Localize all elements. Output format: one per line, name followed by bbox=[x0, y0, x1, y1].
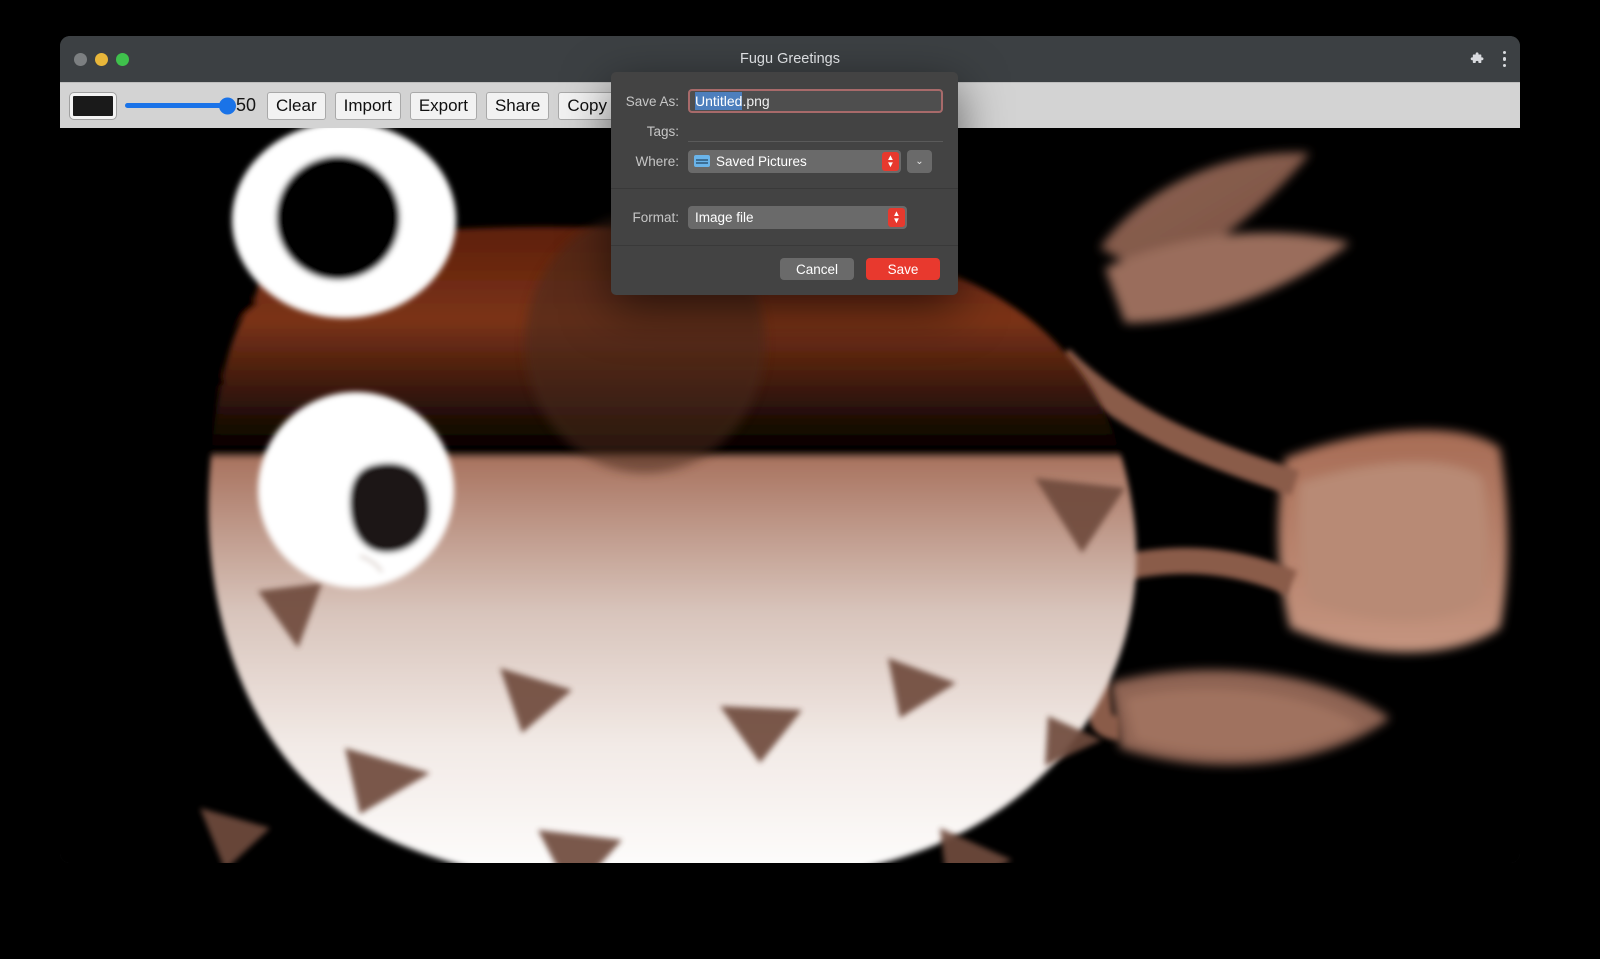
titlebar-actions bbox=[1470, 51, 1507, 68]
dialog-divider-top bbox=[611, 188, 958, 189]
line-width-slider[interactable]: 50 bbox=[125, 95, 258, 116]
close-window-button[interactable] bbox=[74, 53, 87, 66]
three-dot-menu-icon[interactable] bbox=[1503, 51, 1507, 68]
save-as-label: Save As: bbox=[611, 94, 688, 109]
tags-input[interactable] bbox=[688, 120, 943, 142]
format-dropdown[interactable]: Image file ▲▼ bbox=[688, 206, 907, 229]
puzzle-piece-icon[interactable] bbox=[1470, 51, 1487, 68]
clear-button[interactable]: Clear bbox=[267, 92, 326, 120]
cancel-button[interactable]: Cancel bbox=[780, 258, 854, 280]
maximize-window-button[interactable] bbox=[116, 53, 129, 66]
where-value-label: Saved Pictures bbox=[716, 154, 807, 169]
format-label: Format: bbox=[611, 210, 688, 225]
copy-button[interactable]: Copy bbox=[558, 92, 616, 120]
share-button[interactable]: Share bbox=[486, 92, 549, 120]
slider-value-label: 50 bbox=[236, 95, 258, 116]
chevron-down-icon[interactable]: ⌄ bbox=[907, 150, 932, 173]
color-picker-swatch[interactable] bbox=[70, 93, 116, 119]
stepper-icon[interactable]: ▲▼ bbox=[888, 208, 905, 227]
format-row: Format: Image file ▲▼ bbox=[611, 202, 958, 232]
dialog-buttons: Cancel Save bbox=[611, 246, 958, 292]
format-value-label: Image file bbox=[695, 210, 754, 225]
filename-selected-text: Untitled bbox=[695, 92, 742, 110]
save-as-row: Save As: Untitled.png bbox=[611, 86, 958, 116]
minimize-window-button[interactable] bbox=[95, 53, 108, 66]
save-as-input[interactable]: Untitled.png bbox=[688, 89, 943, 113]
tags-label: Tags: bbox=[611, 124, 688, 139]
tags-row: Tags: bbox=[611, 116, 958, 146]
where-row: Where: Saved Pictures ▲▼ ⌄ bbox=[611, 146, 958, 176]
save-file-dialog: Save As: Untitled.png Tags: Where: Saved… bbox=[611, 72, 958, 295]
import-button[interactable]: Import bbox=[335, 92, 401, 120]
filename-extension-text: .png bbox=[742, 93, 769, 109]
slider-track[interactable] bbox=[125, 103, 229, 108]
where-dropdown[interactable]: Saved Pictures ▲▼ bbox=[688, 150, 901, 173]
page-title: Fugu Greetings bbox=[60, 51, 1520, 67]
folder-icon bbox=[694, 155, 710, 167]
where-label: Where: bbox=[611, 154, 688, 169]
stepper-icon[interactable]: ▲▼ bbox=[882, 152, 899, 171]
save-button[interactable]: Save bbox=[866, 258, 940, 280]
screen: Fugu Greetings 50 Clear bbox=[0, 0, 1600, 959]
slider-thumb[interactable] bbox=[219, 97, 236, 114]
export-button[interactable]: Export bbox=[410, 92, 477, 120]
traffic-light-group bbox=[74, 53, 129, 66]
